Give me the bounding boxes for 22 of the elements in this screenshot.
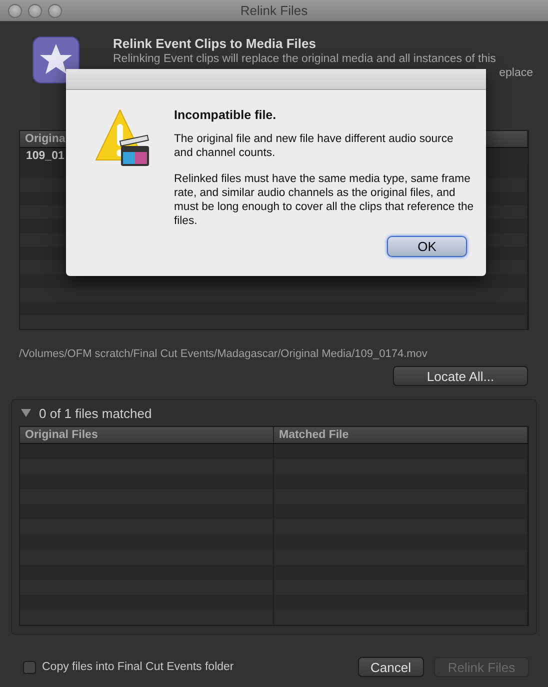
minimize-button[interactable] bbox=[28, 4, 42, 18]
matched-count: 0 of 1 files matched bbox=[39, 406, 152, 421]
header-description: eplace bbox=[499, 67, 533, 79]
column-header[interactable]: Matched File bbox=[274, 427, 528, 443]
close-button[interactable] bbox=[8, 4, 22, 18]
file-path: /Volumes/OFM scratch/Final Cut Events/Madagascar/Original Media/109_0174.mov bbox=[19, 348, 428, 360]
disclosure-triangle-icon[interactable] bbox=[21, 409, 31, 418]
alert-message: Relinked files must have the same media type, same frame rate, and similar audio channels as the original files, and must be long enough to cover all the clips that reference the files. bbox=[174, 172, 474, 228]
alert-title: Incompatible file. bbox=[174, 108, 278, 122]
copy-files-checkbox[interactable] bbox=[23, 660, 36, 674]
zoom-button[interactable] bbox=[48, 4, 62, 18]
header-title: Relink Event Clips to Media Files bbox=[113, 36, 317, 51]
checkbox-label: Copy files into Final Cut Events folder bbox=[42, 661, 235, 673]
column-header[interactable]: Original Files bbox=[20, 427, 274, 443]
alert-message: The original file and new file have different audio source and channel counts. bbox=[174, 132, 454, 160]
window-title: Relink Files bbox=[239, 3, 309, 18]
table-cell[interactable]: 109_01 bbox=[20, 148, 64, 164]
ok-button[interactable]: OK bbox=[387, 236, 467, 257]
locate-all-button[interactable]: Locate All... bbox=[393, 366, 528, 386]
cancel-button[interactable]: Cancel bbox=[358, 657, 424, 677]
header-description: Relinking Event clips will replace the original media and all instances of this bbox=[113, 53, 496, 65]
warning-clapperboard-icon bbox=[94, 108, 152, 168]
